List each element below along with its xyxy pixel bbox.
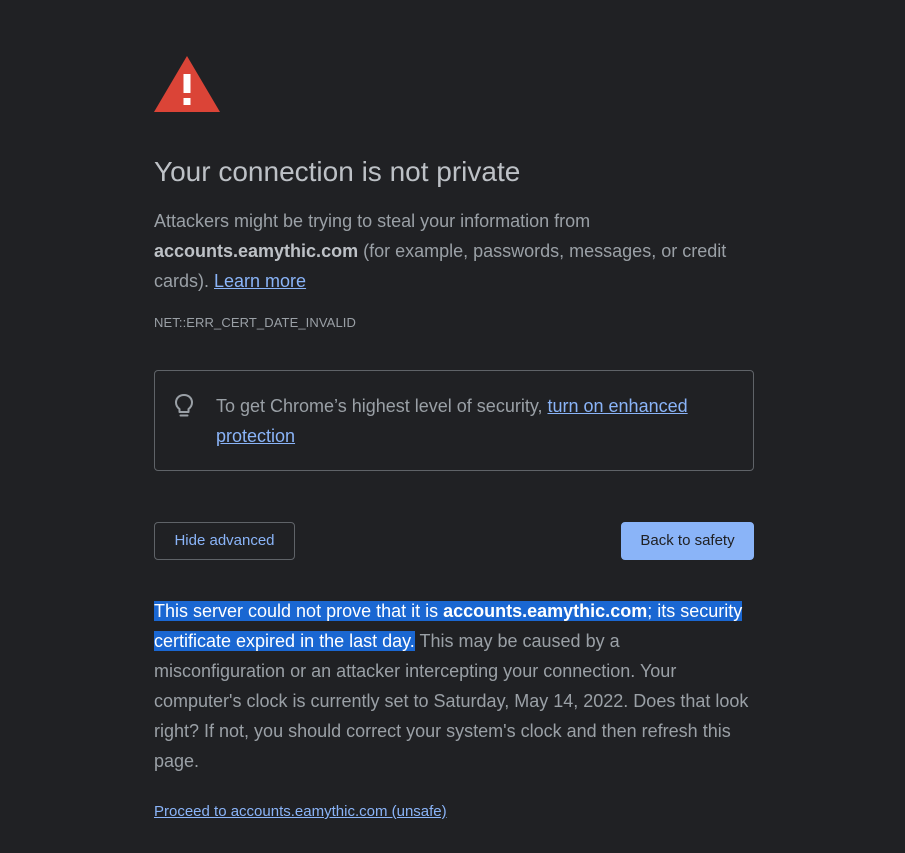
learn-more-link[interactable]: Learn more bbox=[214, 271, 306, 291]
back-to-safety-button[interactable]: Back to safety bbox=[621, 522, 754, 560]
enhanced-protection-text: To get Chrome’s highest level of securit… bbox=[216, 391, 736, 451]
hide-advanced-button[interactable]: Hide advanced bbox=[154, 522, 295, 560]
site-domain: accounts.eamythic.com bbox=[154, 241, 359, 261]
proceed-unsafe-link[interactable]: Proceed to accounts.eamythic.com (unsafe… bbox=[154, 801, 447, 823]
lightbulb-icon bbox=[175, 394, 193, 417]
main-message: Attackers might be trying to steal your … bbox=[154, 206, 754, 296]
warning-triangle-icon bbox=[154, 56, 220, 112]
enhanced-protection-label: To get Chrome’s highest level of securit… bbox=[216, 396, 548, 416]
error-code: NET::ERR_CERT_DATE_INVALID bbox=[154, 315, 356, 330]
main-message-prefix: Attackers might be trying to steal your … bbox=[154, 211, 591, 231]
details-sel-prefix: This server could not prove that it is bbox=[154, 601, 444, 621]
page-title: Your connection is not private bbox=[154, 156, 521, 187]
details-domain: accounts.eamythic.com bbox=[443, 601, 648, 621]
details-message: This server could not prove that it is a… bbox=[154, 596, 754, 776]
details-rest: This may be caused by a misconfiguration… bbox=[154, 631, 749, 771]
enhanced-protection-box: To get Chrome’s highest level of securit… bbox=[154, 370, 754, 471]
